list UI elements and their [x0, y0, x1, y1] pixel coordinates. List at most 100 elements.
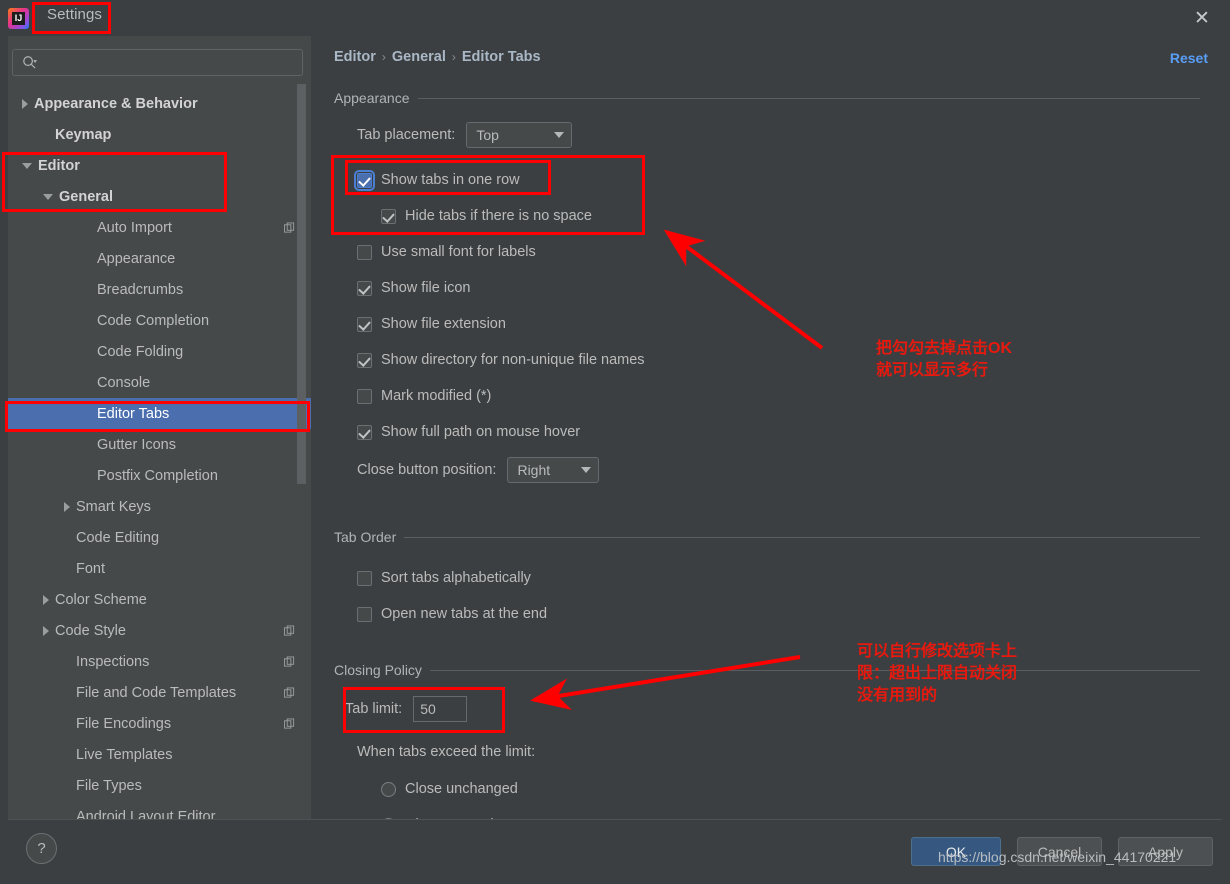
appearance-checkbox-list: Show tabs in one row Hide tabs if there i… — [354, 162, 997, 450]
checkbox-label: Use small font for labels — [381, 244, 536, 260]
reset-link[interactable]: Reset — [1170, 50, 1208, 66]
sidebar-item-inspections[interactable]: Inspections — [8, 646, 311, 677]
tab-limit-value: 50 — [420, 701, 436, 717]
sidebar-item-label: Live Templates — [76, 746, 173, 763]
copy-settings-icon[interactable] — [284, 222, 295, 233]
sidebar-item-label: Font — [76, 560, 106, 577]
checkbox-open-new-tabs-at-the-end[interactable] — [357, 606, 372, 622]
checkbox-label: Show file extension — [381, 316, 506, 332]
appearance-group-title: Appearance — [334, 90, 1200, 106]
chevron-right-icon[interactable] — [22, 98, 28, 109]
checkbox-row-show-directory-for-non-unique-file-names[interactable]: Show directory for non-unique file names — [357, 342, 997, 378]
sidebar-item-file-encodings[interactable]: File Encodings — [8, 708, 311, 739]
checkbox-row-open-new-tabs-at-the-end[interactable]: Open new tabs at the end — [357, 596, 857, 632]
search-input[interactable] — [47, 53, 295, 73]
breadcrumb-separator-icon: › — [451, 50, 456, 64]
radio-close-unchanged[interactable] — [381, 781, 396, 797]
sidebar-item-code-style[interactable]: Code Style — [8, 615, 311, 646]
checkbox-show-file-icon[interactable] — [357, 280, 372, 296]
sidebar-item-code-editing[interactable]: Code Editing — [8, 522, 311, 553]
sidebar-item-file-and-code-templates[interactable]: File and Code Templates — [8, 677, 311, 708]
copy-settings-icon[interactable] — [284, 625, 295, 636]
checkbox-sort-tabs-alphabetically[interactable] — [357, 570, 372, 586]
watermark-url: https://blog.csdn.net/weixin_44170221 — [938, 849, 1177, 865]
breadcrumb-part-general[interactable]: General — [392, 49, 446, 65]
sidebar-item-label: Postfix Completion — [97, 467, 218, 484]
checkbox-show-tabs-in-one-row[interactable] — [354, 169, 375, 191]
checkbox-use-small-font-for-labels[interactable] — [357, 244, 372, 260]
sidebar-item-color-scheme[interactable]: Color Scheme — [8, 584, 311, 615]
checkbox-show-file-extension[interactable] — [357, 316, 372, 332]
checkbox-hide-tabs-if-there-is-no-space[interactable] — [381, 208, 396, 224]
sidebar-item-label: File and Code Templates — [76, 684, 237, 701]
tab-limit-input[interactable]: 50 — [413, 696, 468, 722]
copy-settings-icon[interactable] — [284, 718, 295, 729]
sidebar-item-code-folding[interactable]: Code Folding — [8, 336, 311, 367]
checkbox-row-use-small-font-for-labels[interactable]: Use small font for labels — [357, 234, 997, 270]
sidebar-item-breadcrumbs[interactable]: Breadcrumbs — [8, 274, 311, 305]
divider — [429, 669, 1200, 671]
sidebar-item-appearance-behavior[interactable]: Appearance & Behavior — [8, 88, 311, 119]
tab-order-group-label: Tab Order — [334, 529, 397, 545]
checkbox-mark-modified[interactable] — [357, 388, 372, 404]
sidebar-item-gutter-icons[interactable]: Gutter Icons — [8, 429, 311, 460]
sidebar-item-postfix-completion[interactable]: Postfix Completion — [8, 460, 311, 491]
settings-tree[interactable]: Appearance & Behavior Keymap Editor General… — [8, 88, 311, 819]
close-button-position-label: Close button position: — [357, 462, 497, 478]
sidebar-item-keymap[interactable]: Keymap — [8, 119, 311, 150]
chevron-down-icon[interactable] — [43, 193, 53, 200]
sidebar-item-label: Auto Import — [97, 219, 172, 236]
sidebar-item-label: Console — [97, 374, 151, 391]
checkbox-row-show-tabs-in-one-row[interactable]: Show tabs in one row — [354, 162, 997, 198]
checkbox-row-show-full-path-on-mouse-hover[interactable]: Show full path on mouse hover — [357, 414, 997, 450]
chevron-right-icon[interactable] — [43, 625, 49, 636]
sidebar-item-general[interactable]: General — [8, 181, 311, 212]
sidebar-item-editor-tabs[interactable]: Editor Tabs — [8, 398, 311, 429]
copy-settings-icon[interactable] — [284, 687, 295, 698]
sidebar-item-label: Code Style — [55, 622, 126, 639]
dialog-footer: ? OK Cancel Apply — [8, 819, 1222, 876]
sidebar-item-label: Code Completion — [97, 312, 210, 329]
checkbox-row-show-file-extension[interactable]: Show file extension — [357, 306, 997, 342]
checkbox-row-hide-tabs-if-there-is-no-space[interactable]: Hide tabs if there is no space — [357, 198, 997, 234]
sidebar-item-label: Appearance — [97, 250, 176, 267]
sidebar-item-file-types[interactable]: File Types — [8, 770, 311, 801]
checkbox-row-sort-tabs-alphabetically[interactable]: Sort tabs alphabetically — [357, 560, 857, 596]
checkbox-show-directory-for-non-unique-file-names[interactable] — [357, 352, 372, 368]
sidebar-item-appearance[interactable]: Appearance — [8, 243, 311, 274]
chevron-right-icon[interactable] — [64, 501, 70, 512]
radio-row-close-unused[interactable]: Close unused — [381, 807, 801, 819]
sidebar-item-android-layout-editor[interactable]: Android Layout Editor — [8, 801, 311, 820]
close-icon[interactable]: ✕ — [1182, 4, 1222, 32]
intellij-idea-icon: IJ — [8, 8, 29, 29]
closing-policy-group-title: Closing Policy — [334, 662, 1200, 678]
copy-settings-icon[interactable] — [284, 656, 295, 667]
search-box[interactable] — [12, 49, 303, 76]
sidebar-item-code-completion[interactable]: Code Completion — [8, 305, 311, 336]
close-button-position-select[interactable]: Right — [507, 457, 600, 483]
settings-dialog: IJ Settings ✕ Appearance & Behavior Keyma… — [0, 0, 1230, 884]
sidebar-item-console[interactable]: Console — [8, 367, 311, 398]
sidebar-item-auto-import[interactable]: Auto Import — [8, 212, 311, 243]
checkbox-row-show-file-icon[interactable]: Show file icon — [357, 270, 997, 306]
breadcrumb-part-editor[interactable]: Editor — [334, 49, 376, 65]
when-tabs-exceed-label: When tabs exceed the limit: — [357, 744, 536, 760]
chevron-down-icon[interactable] — [22, 162, 32, 169]
breadcrumb-part-editor-tabs: Editor Tabs — [461, 49, 541, 65]
sidebar-item-label: File Encodings — [76, 715, 172, 732]
sidebar-item-label: Appearance & Behavior — [34, 95, 198, 112]
radio-row-close-unchanged[interactable]: Close unchanged — [381, 771, 801, 807]
sidebar-item-font[interactable]: Font — [8, 553, 311, 584]
chevron-down-icon — [581, 467, 592, 473]
sidebar-scrollbar-thumb[interactable] — [297, 84, 306, 484]
checkbox-row-mark-modified[interactable]: Mark modified (*) — [357, 378, 997, 414]
tab-placement-select[interactable]: Top — [466, 122, 573, 148]
checkbox-label: Mark modified (*) — [381, 388, 492, 404]
sidebar-item-smart-keys[interactable]: Smart Keys — [8, 491, 311, 522]
checkbox-show-full-path-on-mouse-hover[interactable] — [357, 424, 372, 440]
chevron-right-icon[interactable] — [43, 594, 49, 605]
help-button[interactable]: ? — [26, 833, 57, 864]
closing-policy-group: Closing Policy — [334, 662, 1200, 678]
sidebar-item-editor[interactable]: Editor — [8, 150, 311, 181]
sidebar-item-live-templates[interactable]: Live Templates — [8, 739, 311, 770]
